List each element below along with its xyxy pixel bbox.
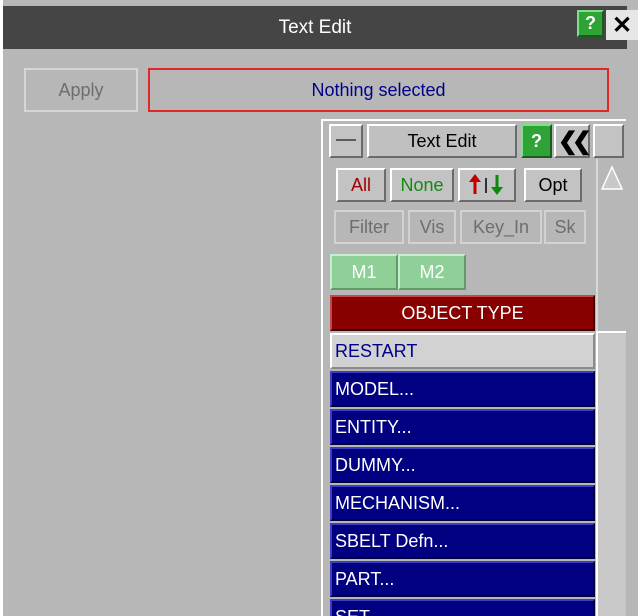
reverse-selection-button[interactable] (458, 168, 516, 202)
select-all-button[interactable]: All (336, 168, 386, 202)
up-down-arrows-icon (469, 174, 503, 195)
window-title-bar[interactable]: Text Edit (3, 6, 627, 49)
help-button[interactable]: ? (577, 10, 604, 37)
options-button[interactable]: Opt (524, 168, 582, 202)
collapse-panel-button[interactable]: ❮❮ (554, 124, 592, 158)
vis-button[interactable]: Vis (408, 210, 456, 244)
list-item-dummy[interactable]: DUMMY... (330, 447, 595, 483)
panel-title[interactable]: Text Edit (367, 124, 517, 158)
list-item-model[interactable]: MODEL... (330, 371, 595, 407)
filter-button[interactable]: Filter (334, 210, 404, 244)
mode-m1-button[interactable]: M1 (330, 254, 398, 290)
close-icon: ✕ (611, 11, 633, 39)
list-item-part[interactable]: PART... (330, 561, 595, 597)
scroll-up-arrow-icon[interactable] (599, 163, 625, 193)
double-chevron-left-icon: ❮❮ (557, 127, 592, 155)
minimize-panel-button[interactable] (329, 124, 363, 158)
mode-m2-button[interactable]: M2 (398, 254, 466, 290)
list-item-restart[interactable]: RESTART (330, 333, 595, 369)
list-item-mechanism[interactable]: MECHANISM... (330, 485, 595, 521)
help-icon: ? (585, 13, 596, 33)
object-type-header[interactable]: OBJECT TYPE (330, 295, 595, 331)
close-button[interactable]: ✕ (606, 10, 638, 40)
sketch-button[interactable]: Sk (544, 210, 586, 244)
select-none-button[interactable]: None (390, 168, 454, 202)
list-item-sbelt-defn[interactable]: SBELT Defn... (330, 523, 595, 559)
panel-help-button[interactable]: ? (521, 124, 552, 158)
apply-button[interactable]: Apply (24, 68, 138, 112)
object-type-list: RESTART MODEL... ENTITY... DUMMY... MECH… (330, 333, 595, 616)
maximize-panel-button[interactable] (593, 124, 624, 158)
window-title: Text Edit (278, 16, 352, 38)
selection-status: Nothing selected (148, 68, 609, 112)
window-left-edge (0, 0, 3, 616)
help-icon: ? (531, 130, 542, 151)
list-item-set[interactable]: SET... (330, 599, 595, 616)
scrollbar-thumb[interactable] (596, 331, 626, 616)
list-item-entity[interactable]: ENTITY... (330, 409, 595, 445)
key-in-button[interactable]: Key_In (460, 210, 542, 244)
